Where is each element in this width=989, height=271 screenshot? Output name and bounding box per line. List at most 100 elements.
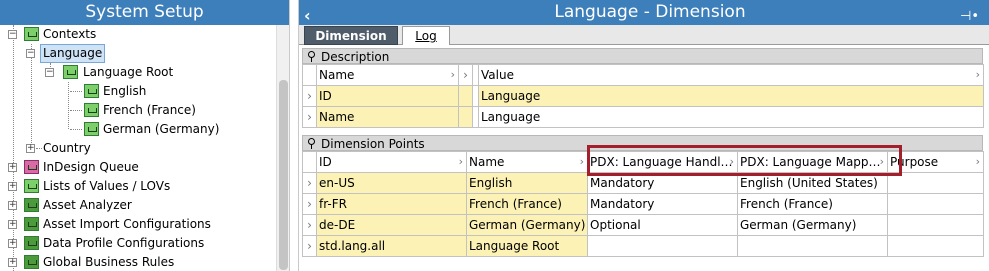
cell-id[interactable]: std.lang.all — [316, 235, 467, 257]
tree-node-german[interactable]: German (Germany) — [0, 120, 240, 139]
expand-toggle[interactable]: + — [8, 220, 17, 229]
expand-toggle[interactable]: + — [8, 182, 17, 191]
column-header-name[interactable]: Name › — [466, 151, 588, 173]
tree-node-label: Asset Analyzer — [43, 198, 132, 212]
tree-node-label: Language Root — [83, 65, 174, 79]
tree-node-language-root[interactable]: − Language Root — [0, 63, 220, 82]
setup-tree: − Contexts − Language − Language Root En… — [0, 25, 276, 271]
cell-name[interactable]: French (France) — [466, 193, 588, 215]
table-row[interactable]: › Name Language — [302, 106, 984, 128]
table-row[interactable]: › ID Language — [302, 85, 984, 107]
cell-purpose[interactable] — [887, 193, 984, 215]
tree-node-label: Contexts — [43, 27, 97, 41]
tree-node-lists-of-values[interactable]: + Lists of Values / LOVs — [0, 177, 240, 196]
table-row[interactable]: › en-US English Mandatory English (Unite… — [302, 172, 984, 194]
cell-purpose[interactable] — [887, 172, 984, 194]
tree-node-global-business-rules[interactable]: + Global Business Rules — [0, 253, 240, 271]
spacer-cell — [458, 106, 473, 128]
cell-name[interactable]: Language Root — [466, 235, 588, 257]
column-header-name[interactable]: Name › — [316, 64, 459, 86]
folder-icon — [24, 236, 39, 250]
column-header-id[interactable]: ID › — [316, 151, 467, 173]
cell-id[interactable]: en-US — [316, 172, 467, 194]
tree-node-french[interactable]: French (France) — [0, 101, 220, 120]
dimension-points-table: ID › Name › PDX: Language Handl… › PDX: Lan… — [302, 151, 984, 257]
cell-language-handling[interactable] — [587, 235, 738, 257]
cell-name[interactable]: ID — [316, 85, 459, 107]
row-expand-icon[interactable]: › — [302, 235, 317, 257]
tab-dimension[interactable]: Dimension — [304, 26, 398, 45]
chevron-right-icon: › — [579, 155, 584, 168]
cell-language-mapping[interactable]: German (Germany) — [737, 214, 888, 236]
hierarchy-icon — [24, 27, 39, 41]
chevron-right-icon: › — [450, 68, 455, 81]
description-section: Description Name › › Value › › ID Language… — [302, 48, 984, 128]
cell-language-handling[interactable]: Mandatory — [587, 193, 738, 215]
cell-purpose[interactable] — [887, 214, 984, 236]
dimension-points-header[interactable]: Dimension Points — [302, 135, 983, 151]
description-header[interactable]: Description — [302, 48, 983, 64]
table-row[interactable]: › std.lang.all Language Root — [302, 235, 984, 257]
chevron-right-icon: › — [975, 68, 980, 81]
expand-toggle[interactable]: + — [8, 163, 17, 172]
expand-toggle[interactable]: + — [8, 201, 17, 210]
cell-purpose[interactable] — [887, 235, 984, 257]
tree-node-indesign-queue[interactable]: + InDesign Queue — [0, 158, 220, 177]
description-table: Name › › Value › › ID Language › Name Lang… — [302, 64, 984, 128]
collapse-toggle[interactable]: − — [8, 30, 17, 39]
row-expand-icon[interactable]: › — [302, 214, 317, 236]
tree-node-label: Asset Import Configurations — [43, 217, 211, 231]
chevron-right-icon: › — [975, 155, 980, 168]
folder-icon — [24, 217, 39, 231]
cell-language-mapping[interactable]: English (United States) — [737, 172, 888, 194]
cell-id[interactable]: fr-FR — [316, 193, 467, 215]
column-header-value[interactable]: Value › — [478, 64, 984, 86]
tree-node-language[interactable]: − Language — [0, 44, 200, 63]
column-header-language-handling[interactable]: PDX: Language Handl… › — [587, 151, 738, 173]
cell-value[interactable]: Language — [478, 85, 984, 107]
cell-language-mapping[interactable]: French (France) — [737, 193, 888, 215]
cell-id[interactable]: de-DE — [316, 214, 467, 236]
table-row[interactable]: › de-DE German (Germany) Optional German… — [302, 214, 984, 236]
column-header-purpose[interactable]: Purpose › — [887, 151, 984, 173]
hierarchy-icon — [63, 65, 78, 79]
tree-node-asset-import-configurations[interactable]: + Asset Import Configurations — [0, 215, 240, 234]
expand-toggle[interactable]: + — [26, 144, 35, 153]
column-header-language-mapping[interactable]: PDX: Language Mapp… › — [737, 151, 888, 173]
collapse-toggle[interactable]: − — [45, 68, 54, 77]
expand-toggle[interactable]: + — [8, 239, 17, 248]
tree-scrollbar[interactable] — [276, 25, 289, 271]
chevron-right-icon: › — [458, 155, 463, 168]
tab-log[interactable]: Log — [402, 26, 450, 45]
row-expand-icon[interactable]: › — [302, 172, 317, 194]
row-expand-icon[interactable]: › — [302, 106, 317, 128]
hierarchy-icon — [84, 122, 99, 136]
tree-node-label: Language — [40, 44, 106, 63]
pin-icon[interactable] — [307, 138, 316, 149]
tree-node-label: English — [103, 84, 147, 98]
cell-name[interactable]: Name — [316, 106, 459, 128]
cell-name[interactable]: German (Germany) — [466, 214, 588, 236]
cell-name[interactable]: English — [466, 172, 588, 194]
scrollbar-thumb[interactable] — [279, 80, 288, 270]
tree-node-english[interactable]: English — [0, 82, 220, 101]
cell-language-handling[interactable]: Mandatory — [587, 172, 738, 194]
tree-node-label: Lists of Values / LOVs — [43, 179, 171, 193]
tree-node-country[interactable]: + Country — [0, 139, 200, 158]
chevron-right-icon: › — [879, 155, 884, 168]
table-row[interactable]: › fr-FR French (France) Mandatory French… — [302, 193, 984, 215]
cell-language-handling[interactable]: Optional — [587, 214, 738, 236]
editor-tabs: Dimension Log — [299, 25, 989, 45]
row-expand-icon[interactable]: › — [302, 193, 317, 215]
row-expand-icon[interactable]: › — [302, 85, 317, 107]
tree-node-contexts[interactable]: − Contexts — [0, 25, 200, 44]
tree-node-asset-analyzer[interactable]: + Asset Analyzer — [0, 196, 220, 215]
section-title: Description — [321, 50, 390, 64]
cell-value[interactable]: Language — [478, 106, 984, 128]
pin-icon[interactable] — [307, 51, 316, 62]
tree-node-data-profile-configurations[interactable]: + Data Profile Configurations — [0, 234, 240, 253]
collapse-toggle[interactable]: − — [26, 49, 35, 58]
folder-icon — [24, 255, 39, 269]
expand-toggle[interactable]: + — [8, 258, 17, 267]
cell-language-mapping[interactable] — [737, 235, 888, 257]
